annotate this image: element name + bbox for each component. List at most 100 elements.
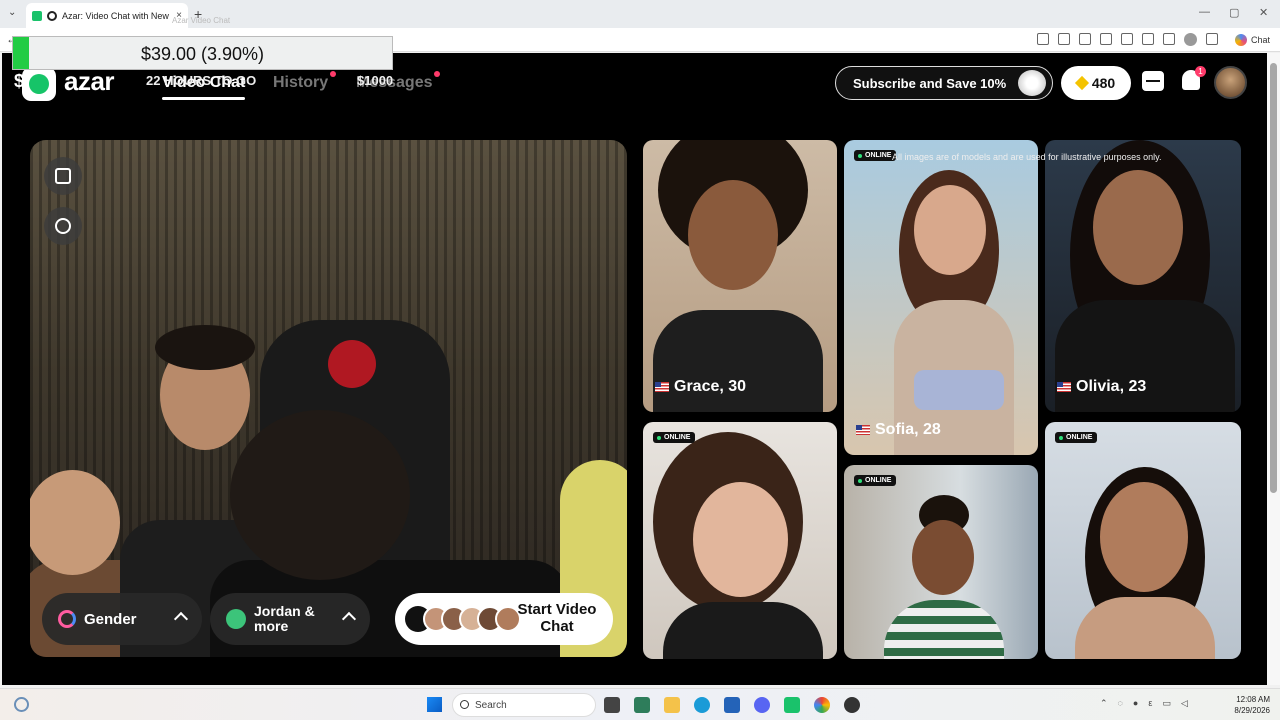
gem-icon: [1074, 75, 1089, 91]
profile-name-olivia: Olivia, 23: [1057, 378, 1146, 396]
region-label-line1: Jordan &: [254, 603, 315, 619]
obs-icon[interactable]: [844, 697, 860, 713]
card-face: [1100, 482, 1188, 592]
maximize-icon[interactable]: ▢: [1229, 6, 1239, 19]
history-notification-dot: [330, 71, 336, 77]
nav-history[interactable]: History: [273, 74, 328, 92]
task-view-icon[interactable]: [604, 697, 620, 713]
donation-amount: $39.00 (3.90%): [140, 44, 265, 64]
profile-card-olivia[interactable]: Olivia, 23: [1045, 140, 1241, 412]
azar-logo-icon[interactable]: [22, 67, 56, 101]
us-flag-icon: [856, 425, 870, 435]
online-badge: ONLINE: [854, 150, 897, 161]
card-body: [653, 310, 823, 412]
overlay-hours-to-go: 22 HOURS TO GO: [146, 73, 257, 88]
region-label-line2: more: [254, 618, 289, 634]
store-icon[interactable]: [724, 697, 740, 713]
person-front-head: [230, 410, 410, 580]
taskbar-clock[interactable]: 12:08 AM 8/29/2026: [1226, 694, 1270, 716]
avatar[interactable]: [1214, 66, 1247, 99]
shop-icon[interactable]: [1142, 71, 1164, 91]
subscribe-button[interactable]: Subscribe and Save 10%: [835, 66, 1053, 100]
page-scrollbar[interactable]: [1267, 53, 1280, 685]
taskbar-search-box[interactable]: Search: [452, 693, 596, 717]
language-icon[interactable]: ε: [1148, 698, 1152, 709]
start-label-line2: Chat: [540, 618, 574, 635]
effects-wand-icon[interactable]: [44, 207, 82, 245]
favorite-star-icon[interactable]: [1121, 33, 1133, 45]
profile-card-6[interactable]: ONLINE: [1045, 422, 1241, 659]
scrollbar-thumb[interactable]: [1270, 63, 1277, 493]
chair-logo: [328, 340, 376, 388]
grace-name: Grace, 30: [674, 378, 747, 395]
tab-menu-icon[interactable]: ⌄: [8, 7, 16, 18]
person-center-hair: [155, 325, 255, 370]
start-label: Start Video Chat: [507, 601, 607, 635]
notification-badge: 1: [1195, 66, 1206, 77]
search-icon: [460, 700, 469, 709]
profile-card-4[interactable]: ONLINE: [643, 422, 837, 659]
models-disclaimer: All images are of models and are used fo…: [892, 152, 1162, 162]
camera-icon[interactable]: [1037, 33, 1049, 45]
sofia-name: Sofia, 28: [875, 421, 941, 438]
start-video-chat-button[interactable]: Start Video Chat: [395, 593, 613, 645]
zoom-icon[interactable]: [1079, 33, 1091, 45]
edge-browser-icon[interactable]: [694, 697, 710, 713]
overlay-goal-amount: $1000: [357, 73, 394, 88]
online-badge: ONLINE: [1055, 432, 1098, 443]
online-badge: ONLINE: [854, 475, 897, 486]
browser-tab[interactable]: Azar: Video Chat with New Pe ×: [26, 3, 188, 28]
gender-label: Gender: [84, 610, 137, 628]
region-filter-button[interactable]: Jordan & more: [210, 593, 370, 645]
azar-app-icon[interactable]: [784, 697, 800, 713]
extensions-icon[interactable]: [1142, 33, 1154, 45]
network-icon[interactable]: ◌: [1118, 698, 1123, 709]
profile-card-sofia[interactable]: ONLINE Sofia, 28: [844, 140, 1038, 455]
olivia-name: Olivia, 23: [1076, 378, 1147, 395]
widgets-icon[interactable]: [14, 697, 29, 712]
azar-favicon-icon: [32, 10, 42, 21]
card-face: [1093, 170, 1183, 285]
wifi-icon[interactable]: ▭: [1162, 698, 1171, 709]
card-top: [914, 370, 1004, 410]
chevron-up-icon: [341, 611, 357, 627]
minimize-icon[interactable]: —: [1199, 6, 1210, 18]
profile-card-5[interactable]: ONLINE: [844, 465, 1038, 659]
clock-time: 12:08 AM: [1236, 695, 1270, 704]
gems-count: 480: [1091, 75, 1116, 91]
us-flag-icon: [1057, 382, 1071, 392]
close-window-icon[interactable]: ✕: [1259, 6, 1268, 19]
video-feed: [30, 140, 627, 657]
chat-label: Chat: [1250, 35, 1270, 45]
apps-icon[interactable]: [1058, 33, 1070, 45]
gems-balance-button[interactable]: 480: [1061, 66, 1131, 100]
app-icon[interactable]: [634, 697, 650, 713]
toolbar-icons: [1037, 33, 1218, 46]
reader-icon[interactable]: [1100, 33, 1112, 45]
gender-filter-button[interactable]: Gender: [42, 593, 202, 645]
chevron-up-icon: [173, 611, 189, 627]
minimize-video-icon[interactable]: [44, 157, 82, 195]
more-menu-icon[interactable]: [1206, 33, 1218, 45]
profile-name-sofia: Sofia, 28: [856, 421, 941, 439]
gender-icon: [58, 610, 76, 628]
browser-profile-icon[interactable]: [1184, 33, 1197, 46]
chrome-icon[interactable]: [814, 697, 830, 713]
volume-icon[interactable]: ◁: [1181, 698, 1188, 709]
profile-name-grace: Grace, 30: [655, 378, 746, 396]
chevron-up-icon[interactable]: ⌃: [1100, 698, 1108, 709]
discord-icon[interactable]: [754, 697, 770, 713]
browser-tab-bar: ⌄ Azar: Video Chat with New Pe × + Azar …: [0, 0, 1280, 28]
collections-icon[interactable]: [1163, 33, 1175, 45]
donation-progress-overlay: $39.00 (3.90%): [12, 36, 393, 70]
windows-start-icon[interactable]: [427, 697, 442, 712]
microphone-icon[interactable]: ●: [1133, 698, 1138, 709]
logo-text[interactable]: azar: [64, 66, 115, 97]
card-body: [663, 602, 823, 659]
profile-card-grace[interactable]: Grace, 30: [643, 140, 837, 412]
file-explorer-icon[interactable]: [664, 697, 680, 713]
azar-page: $ azar Video Chat History Messages 22 HO…: [2, 53, 1267, 685]
copilot-chat-button[interactable]: Chat: [1234, 34, 1270, 46]
flower-icon: [1018, 70, 1046, 96]
card-body: [1075, 597, 1215, 659]
